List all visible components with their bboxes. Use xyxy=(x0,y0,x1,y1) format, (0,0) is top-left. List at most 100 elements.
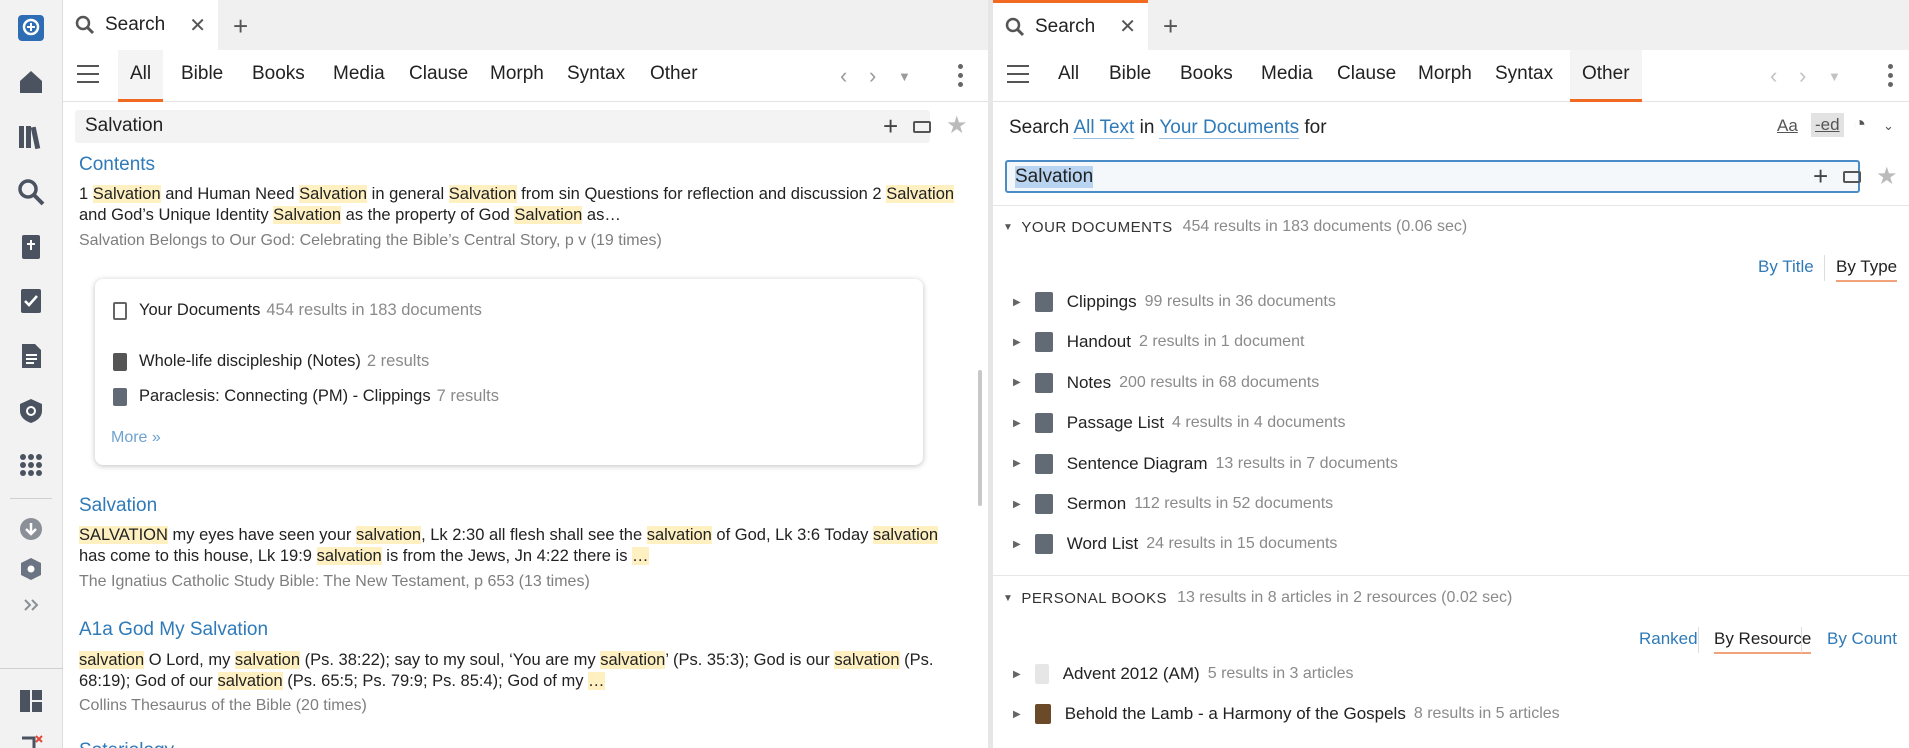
forward-arrow-icon[interactable]: › xyxy=(869,63,876,89)
expand-caret-icon[interactable]: ▶ xyxy=(1013,539,1021,550)
shield-icon[interactable] xyxy=(14,394,48,428)
expand-caret-icon[interactable]: ▶ xyxy=(1013,669,1021,680)
doc-type-row[interactable]: ▶ Clippings 99 results in 36 documents xyxy=(1013,292,1336,312)
nav-other[interactable]: Other xyxy=(1570,50,1642,102)
expand-caret-icon[interactable]: ▶ xyxy=(1013,297,1021,308)
match-case-toggle[interactable]: Aa xyxy=(1777,116,1798,136)
more-options-icon[interactable] xyxy=(1888,64,1894,91)
result-snippet[interactable]: SALVATION my eyes have seen your salvati… xyxy=(79,525,969,566)
download-icon[interactable] xyxy=(14,512,48,546)
nav-morph[interactable]: Morph xyxy=(478,50,556,102)
your-documents-header[interactable]: ▼ YOUR DOCUMENTS 454 results in 183 docu… xyxy=(1003,218,1467,236)
sort-by-resource[interactable]: By Resource xyxy=(1714,629,1812,654)
doc-type-row[interactable]: ▶ Passage List 4 results in 4 documents xyxy=(1013,413,1345,434)
card-item[interactable]: Paraclesis: Connecting (PM) - Clippings … xyxy=(113,387,499,406)
expand-caret-icon[interactable]: ▶ xyxy=(1013,377,1021,388)
expand-caret-icon[interactable]: ▶ xyxy=(1013,458,1021,469)
extra-icon[interactable] xyxy=(14,730,48,748)
result-title[interactable]: A1a God My Salvation xyxy=(79,619,268,641)
sort-by-type[interactable]: By Type xyxy=(1836,257,1898,282)
nav-syntax[interactable]: Syntax xyxy=(1483,50,1565,102)
doc-type-row[interactable]: ▶ Sentence Diagram 13 results in 7 documen… xyxy=(1013,453,1398,474)
expand-caret-icon[interactable]: ▶ xyxy=(1013,709,1021,720)
new-tab-plus-icon[interactable]: + xyxy=(1163,11,1178,42)
scope-all-text-link[interactable]: All Text xyxy=(1073,117,1135,139)
library-icon[interactable] xyxy=(14,120,48,154)
result-title-cut[interactable]: Soteriology xyxy=(79,740,174,748)
back-arrow-icon[interactable]: ‹ xyxy=(840,63,847,89)
checklist-icon[interactable] xyxy=(14,284,48,318)
favorite-star-icon[interactable]: ★ xyxy=(1876,162,1898,191)
nav-books[interactable]: Books xyxy=(1168,50,1245,102)
close-icon[interactable]: ✕ xyxy=(1119,14,1136,39)
book-row[interactable]: ▶ Behold the Lamb - a Harmony of the Gos… xyxy=(1013,704,1560,724)
nav-books[interactable]: Books xyxy=(240,50,317,102)
nav-bible[interactable]: Bible xyxy=(1097,50,1163,102)
close-icon[interactable]: ✕ xyxy=(189,13,206,38)
options-dropdown-icon[interactable]: ⌄ xyxy=(1883,118,1894,134)
nav-clause[interactable]: Clause xyxy=(397,50,480,102)
card-item[interactable]: Whole-life discipleship (Notes) 2 result… xyxy=(113,352,429,371)
sort-ranked[interactable]: Ranked xyxy=(1639,629,1698,649)
nav-all[interactable]: All xyxy=(118,50,164,102)
search-options-icon[interactable]: ◔ xyxy=(1853,111,1866,137)
doc-type-row[interactable]: ▶ Word List 24 results in 15 documents xyxy=(1013,534,1337,555)
doc-type-row[interactable]: ▶ Sermon 112 results in 52 documents xyxy=(1013,494,1333,514)
gear-shield-icon[interactable] xyxy=(14,552,48,586)
card-header[interactable]: Your Documents 454 results in 183 docume… xyxy=(113,301,482,320)
scrollbar-thumb[interactable] xyxy=(978,370,982,506)
bible-icon[interactable] xyxy=(14,230,48,264)
history-dropdown-icon[interactable]: ▼ xyxy=(898,69,911,84)
add-term-plus-icon[interactable]: + xyxy=(1813,161,1828,192)
expand-caret-icon[interactable]: ▶ xyxy=(1013,418,1021,429)
favorite-star-icon[interactable]: ★ xyxy=(946,111,968,140)
collapse-caret-icon[interactable]: ▼ xyxy=(1003,222,1013,233)
layout-icon[interactable] xyxy=(14,684,48,718)
scope-your-documents-link[interactable]: Your Documents xyxy=(1159,117,1300,139)
nav-clause[interactable]: Clause xyxy=(1325,50,1408,102)
add-term-plus-icon[interactable]: + xyxy=(883,111,898,142)
nav-bible[interactable]: Bible xyxy=(169,50,235,102)
expand-caret-icon[interactable]: ▶ xyxy=(1013,499,1021,510)
expand-icon[interactable] xyxy=(14,588,48,622)
keyboard-icon[interactable] xyxy=(1843,171,1861,183)
nav-other[interactable]: Other xyxy=(638,50,710,102)
forward-arrow-icon[interactable]: › xyxy=(1799,63,1806,89)
expand-caret-icon[interactable]: ▶ xyxy=(1013,337,1021,348)
nav-morph[interactable]: Morph xyxy=(1406,50,1484,102)
personal-books-header[interactable]: ▼ PERSONAL BOOKS 13 results in 8 article… xyxy=(1003,589,1512,607)
keyboard-icon[interactable] xyxy=(913,121,931,133)
logos-home-logo-icon[interactable] xyxy=(14,11,48,45)
result-snippet[interactable]: 1 Salvation and Human Need Salvation in … xyxy=(79,184,969,225)
result-title[interactable]: Salvation xyxy=(79,495,157,517)
back-arrow-icon[interactable]: ‹ xyxy=(1770,63,1777,89)
home-icon[interactable] xyxy=(14,65,48,99)
result-source[interactable]: Salvation Belongs to Our God: Celebratin… xyxy=(79,232,662,250)
apps-grid-icon[interactable] xyxy=(14,448,48,482)
search-input[interactable]: Salvation + xyxy=(1005,160,1861,193)
left-search-tab[interactable]: Search ✕ xyxy=(63,0,218,50)
collapse-caret-icon[interactable]: ▼ xyxy=(1003,593,1013,604)
hamburger-menu-icon[interactable] xyxy=(77,65,99,85)
nav-media[interactable]: Media xyxy=(321,50,397,102)
result-source[interactable]: The Ignatius Catholic Study Bible: The N… xyxy=(79,573,590,591)
nav-syntax[interactable]: Syntax xyxy=(555,50,637,102)
sort-by-count[interactable]: By Count xyxy=(1827,629,1897,649)
search-icon[interactable] xyxy=(14,175,48,209)
book-row[interactable]: ▶ Advent 2012 (AM) 5 results in 3 articl… xyxy=(1013,664,1354,684)
document-icon[interactable] xyxy=(14,339,48,373)
right-search-tab[interactable]: Search ✕ xyxy=(993,0,1148,50)
doc-type-row[interactable]: ▶ Notes 200 results in 68 documents xyxy=(1013,372,1319,393)
more-options-icon[interactable] xyxy=(958,64,964,91)
result-source[interactable]: Collins Thesaurus of the Bible (20 times… xyxy=(79,697,367,715)
more-link[interactable]: More » xyxy=(111,429,161,447)
hamburger-menu-icon[interactable] xyxy=(1007,65,1029,85)
result-title[interactable]: Contents xyxy=(79,154,155,176)
history-dropdown-icon[interactable]: ▼ xyxy=(1828,69,1841,84)
new-tab-plus-icon[interactable]: + xyxy=(233,11,248,42)
doc-type-row[interactable]: ▶ Handout 2 results in 1 document xyxy=(1013,332,1304,353)
result-snippet[interactable]: salvation O Lord, my salvation (Ps. 38:2… xyxy=(79,650,969,691)
nav-media[interactable]: Media xyxy=(1249,50,1325,102)
search-input[interactable]: Salvation + xyxy=(75,110,931,143)
nav-all[interactable]: All xyxy=(1046,50,1091,102)
